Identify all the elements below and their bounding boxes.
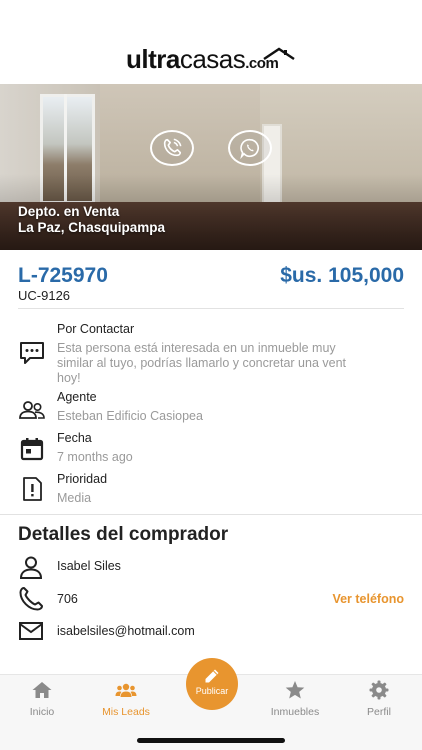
pencil-icon <box>205 669 219 683</box>
publish-label: Publicar <box>195 686 229 696</box>
date-label: Fecha <box>57 431 92 445</box>
roof-icon <box>263 47 295 60</box>
tab-perfil[interactable]: Perfil <box>344 680 414 718</box>
ultracasas-logo: ultracasas.com <box>126 44 279 74</box>
priority-value: Media <box>57 491 92 505</box>
tab-inmuebles[interactable]: Inmuebles <box>260 680 330 718</box>
property-location: La Paz, Chasquipampa <box>18 220 166 235</box>
phone-call-icon <box>163 138 182 157</box>
home-icon <box>32 682 52 698</box>
app-header: ultracasas.com <box>0 0 422 84</box>
mail-icon <box>19 622 43 640</box>
home-indicator <box>137 738 285 743</box>
tab-label: Inmuebles <box>270 706 320 718</box>
lead-code: L-725970 <box>18 264 108 287</box>
tab-label: Mis Leads <box>102 706 150 718</box>
call-button[interactable] <box>150 130 194 166</box>
agent-label: Agente <box>57 390 97 404</box>
users-icon <box>19 401 45 419</box>
buyer-section-title: Detalles del comprador <box>18 524 229 545</box>
calendar-icon <box>20 438 44 461</box>
user-icon <box>19 556 43 579</box>
gear-icon <box>369 680 389 700</box>
tab-label: Inicio <box>29 706 55 718</box>
buyer-email[interactable]: isabelsiles@hotmail.com <box>57 624 195 638</box>
buyer-name: Isabel Siles <box>57 559 121 573</box>
tab-inicio[interactable]: Inicio <box>7 680 77 718</box>
lead-status-description: Esta persona está interesada en un inmue… <box>57 341 347 385</box>
priority-label: Prioridad <box>57 472 108 486</box>
phone-icon <box>19 587 43 611</box>
section-divider <box>0 514 422 515</box>
property-code: UC-9126 <box>18 288 71 303</box>
buyer-phone: 706 <box>57 592 78 606</box>
property-type: Depto. en Venta <box>18 204 120 219</box>
divider <box>18 308 404 309</box>
tab-label: Perfil <box>367 706 391 718</box>
priority-icon <box>23 477 42 501</box>
publish-button[interactable]: Publicar <box>186 658 238 710</box>
tab-mis-leads[interactable]: Mis Leads <box>91 680 161 718</box>
users-group-icon <box>115 683 137 697</box>
property-price: $us. 105,000 <box>280 264 404 287</box>
agent-name: Esteban Edificio Casiopea <box>57 409 203 423</box>
lead-status-label: Por Contactar <box>57 322 135 336</box>
whatsapp-icon <box>240 138 259 159</box>
star-icon <box>285 681 305 699</box>
view-phone-link[interactable]: Ver teléfono <box>332 592 404 606</box>
date-value: 7 months ago <box>57 450 133 464</box>
property-headline: Depto. en Venta La Paz, Chasquipampa <box>18 204 165 236</box>
chat-message-icon <box>20 342 44 364</box>
whatsapp-button[interactable] <box>228 130 272 166</box>
